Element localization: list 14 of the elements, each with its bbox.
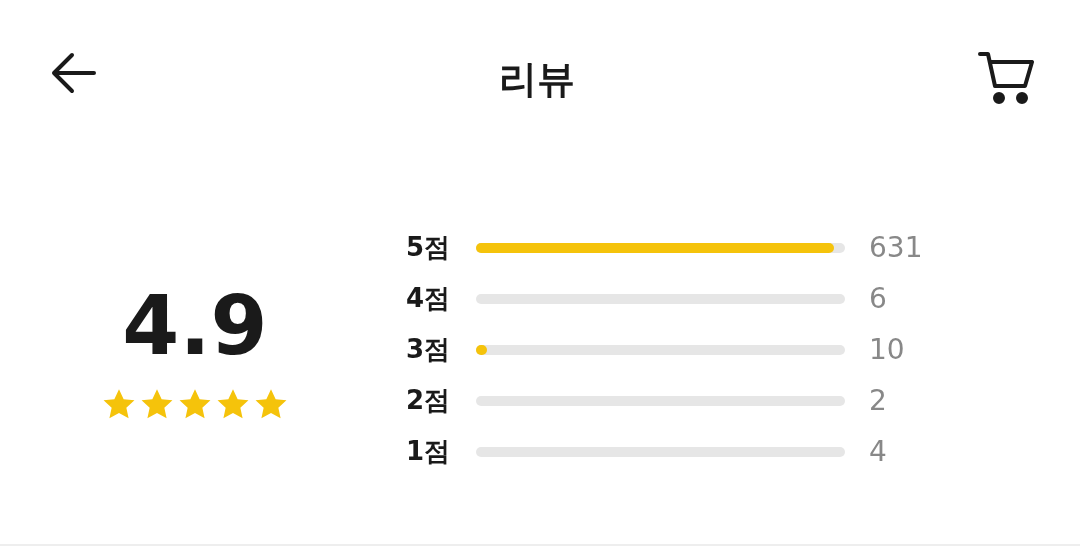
rating-label: 4점 bbox=[405, 282, 452, 315]
rating-count: 631 bbox=[869, 231, 923, 264]
cart-icon[interactable] bbox=[978, 50, 1036, 106]
page-title: 리뷰 bbox=[499, 56, 575, 103]
average-rating: 4.9 bbox=[122, 285, 268, 367]
rating-count: 6 bbox=[869, 282, 887, 315]
rating-count: 10 bbox=[869, 333, 905, 366]
rating-label: 5점 bbox=[405, 231, 452, 264]
rating-label: 1점 bbox=[405, 435, 452, 468]
rating-count: 4 bbox=[869, 435, 887, 468]
back-icon[interactable] bbox=[50, 50, 96, 96]
rating-label: 2점 bbox=[405, 384, 452, 417]
rating-count: 2 bbox=[869, 384, 887, 417]
rating-label: 3점 bbox=[405, 333, 452, 366]
